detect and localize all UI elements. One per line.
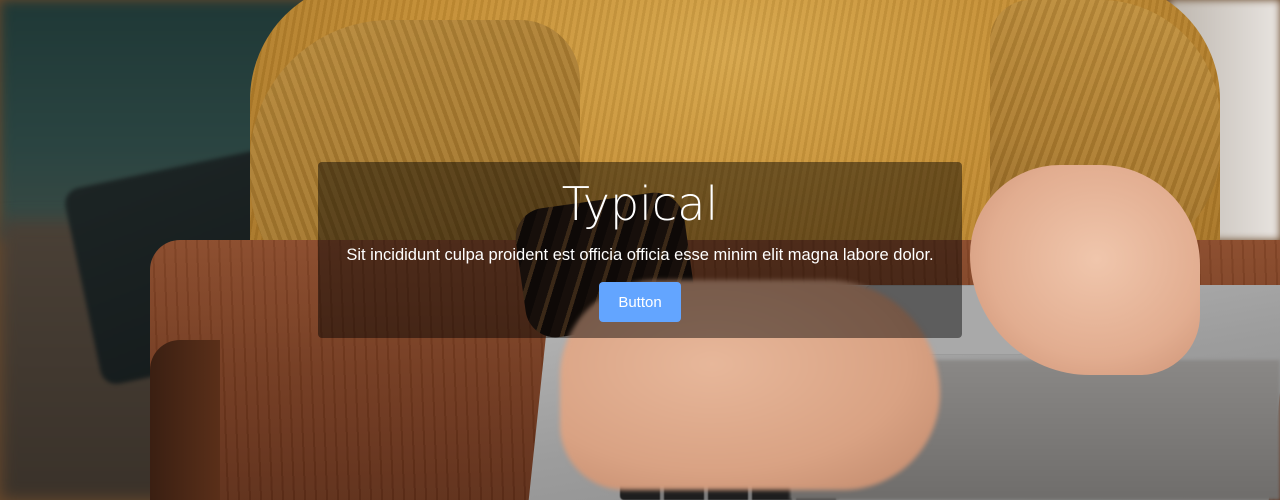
photo-desk-edge [150, 340, 220, 500]
hero-title: Typical [561, 177, 719, 231]
hero-overlay-card: Typical Sit incididunt culpa proident es… [318, 162, 962, 338]
hero-cta-button[interactable]: Button [599, 282, 681, 322]
hero-description: Sit incididunt culpa proident est offici… [346, 246, 934, 264]
hero-banner: Typical Sit incididunt culpa proident es… [0, 0, 1280, 500]
